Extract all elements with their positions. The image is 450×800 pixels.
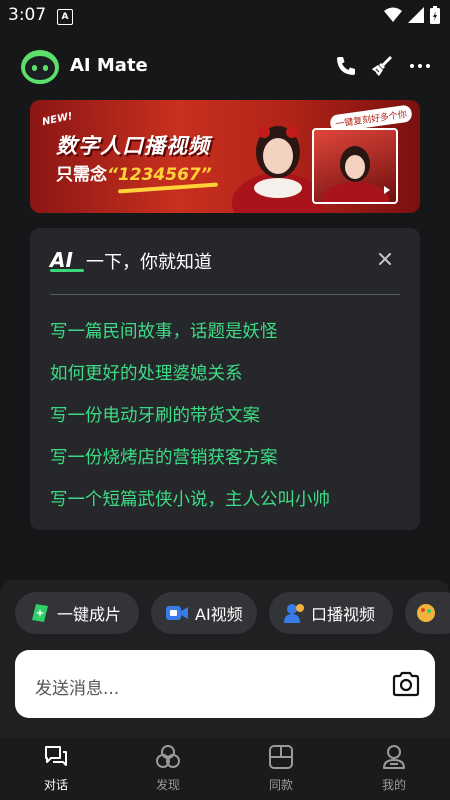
nav-item-discover[interactable]: 发现 xyxy=(128,744,208,800)
banner-subtitle: 只需念“1234567” xyxy=(56,160,212,185)
template-icon xyxy=(269,745,293,769)
banner-title: 数字人口播视频 xyxy=(56,134,210,158)
nav-label-discover: 发现 xyxy=(155,778,180,792)
suggestion-item[interactable]: 写一份电动牙刷的带货文案 xyxy=(50,402,260,427)
banner-preview-image xyxy=(312,128,398,204)
quick-actions-bar: 一键成片 AI视频 口播视频 xyxy=(0,580,450,640)
chip-label: AI视频 xyxy=(195,605,243,624)
preview-person-image xyxy=(321,146,390,202)
message-input[interactable]: 发送消息... xyxy=(15,650,435,718)
quick-action-ai-video[interactable]: AI视频 xyxy=(151,592,257,634)
notification-app-icon: A xyxy=(57,9,73,25)
more-icon[interactable] xyxy=(408,54,432,78)
app-title: AI Mate xyxy=(70,55,148,76)
phone-icon[interactable] xyxy=(334,54,358,78)
nav-label-template: 同款 xyxy=(268,778,293,792)
chip-label: 一键成片 xyxy=(57,605,122,624)
broom-icon[interactable] xyxy=(370,54,394,78)
close-icon[interactable] xyxy=(376,250,394,268)
video-camera-icon xyxy=(166,606,188,620)
suggestion-heading: 一下，你就知道 xyxy=(86,252,212,273)
banner-new-tag: NEW! xyxy=(41,110,74,129)
play-icon xyxy=(384,186,390,194)
battery-icon xyxy=(430,6,440,24)
ai-underline xyxy=(50,269,84,272)
promo-banner[interactable]: NEW! 数字人口播视频 只需念“1234567” 一键复刻好多个你 xyxy=(30,100,420,213)
nav-item-template[interactable]: 同款 xyxy=(241,744,321,800)
quick-action-partial[interactable] xyxy=(405,592,450,634)
presenter-icon xyxy=(284,604,304,623)
nav-label-profile: 我的 xyxy=(381,778,406,792)
banner-subtitle-prefix: 只需念 xyxy=(56,165,107,185)
discover-icon xyxy=(156,745,180,768)
suggestion-item[interactable]: 如何更好的处理婆媳关系 xyxy=(50,360,243,385)
palette-icon xyxy=(417,604,435,622)
suggestion-divider xyxy=(50,294,400,295)
suggestion-item[interactable]: 写一份烧烤店的营销获客方案 xyxy=(50,444,278,469)
bottom-navigation: 对话 发现 同款 我的 xyxy=(0,738,450,800)
wifi-icon xyxy=(384,7,402,22)
app-header: AI Mate xyxy=(0,44,450,90)
chat-icon xyxy=(45,746,67,766)
nav-item-profile[interactable]: 我的 xyxy=(354,744,434,800)
robot-avatar-icon xyxy=(21,50,59,84)
nav-item-chat[interactable]: 对话 xyxy=(16,744,96,800)
message-placeholder: 发送消息... xyxy=(35,679,120,699)
signal-icon xyxy=(408,7,424,23)
suggestion-item[interactable]: 写一个短篇武侠小说，主人公叫小帅 xyxy=(50,486,330,511)
status-time: 3:07 xyxy=(8,5,47,25)
camera-icon[interactable] xyxy=(391,670,421,698)
composer-area: 发送消息... xyxy=(0,640,450,738)
quick-action-one-click-film[interactable]: 一键成片 xyxy=(15,592,139,634)
profile-icon xyxy=(383,745,405,769)
status-indicators xyxy=(384,6,440,24)
nav-label-chat: 对话 xyxy=(43,778,68,792)
banner-subtitle-number: “1234567” xyxy=(107,165,212,185)
status-bar: 3:07 A xyxy=(0,0,450,32)
chip-label: 口播视频 xyxy=(311,605,376,624)
suggestion-item[interactable]: 写一篇民间故事，话题是妖怪 xyxy=(50,318,278,343)
quick-action-presenter-video[interactable]: 口播视频 xyxy=(269,592,393,634)
film-spark-icon xyxy=(32,604,48,622)
suggestion-card: AI 一下，你就知道 写一篇民间故事，话题是妖怪 如何更好的处理婆媳关系 写一份… xyxy=(30,228,420,530)
